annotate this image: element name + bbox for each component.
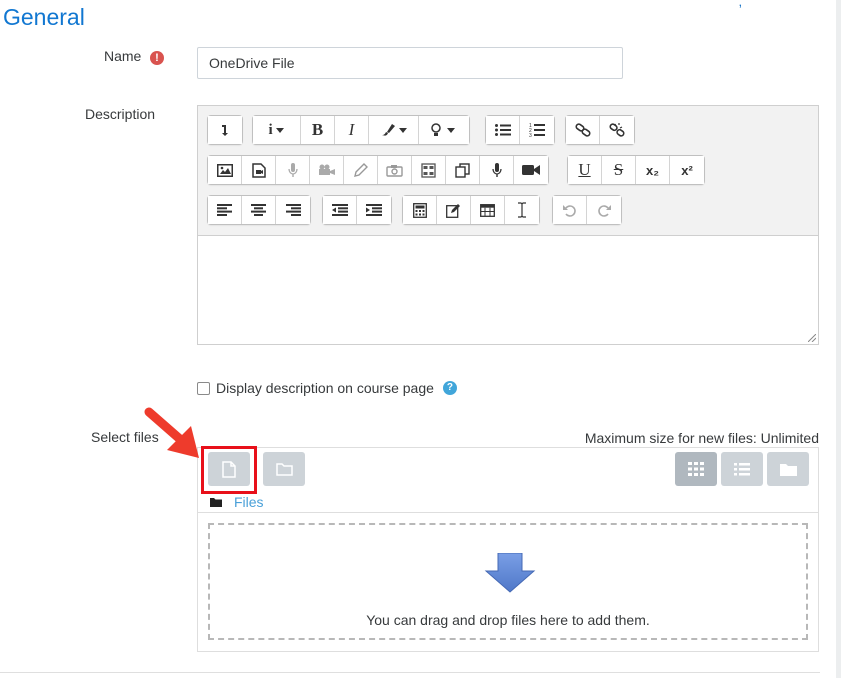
svg-text:3: 3 (529, 133, 532, 137)
table-icon[interactable] (471, 196, 505, 224)
drop-zone[interactable]: You can drag and drop files here to add … (208, 523, 808, 640)
video-camera-icon[interactable] (310, 156, 344, 184)
link-icon[interactable] (566, 116, 600, 144)
grid-icon (688, 462, 704, 476)
section-title-general[interactable]: General (3, 4, 85, 31)
description-textarea[interactable] (198, 235, 818, 344)
info-icon[interactable]: i (253, 116, 301, 144)
name-input[interactable] (197, 47, 623, 79)
view-list-button[interactable] (721, 452, 763, 486)
highlight-annotation (201, 446, 257, 494)
resize-grip-icon[interactable] (808, 334, 816, 342)
display-description-row: Display description on course page ? (197, 380, 457, 396)
scrollbar-track[interactable] (836, 0, 841, 678)
toolbar-group-collapse (207, 115, 243, 145)
underline-icon[interactable]: U (568, 156, 602, 184)
drop-instructions: You can drag and drop files here to add … (366, 612, 650, 628)
annotation-arrow-icon (144, 407, 199, 458)
toolbar-group-text: U S x₂ x² (567, 155, 705, 185)
toolbar-group-tools (402, 195, 540, 225)
list-icon (734, 462, 750, 475)
max-size-text: Maximum size for new files: Unlimited (584, 430, 819, 446)
display-description-label[interactable]: Display description on course page (216, 380, 434, 396)
toolbar-group-indent (322, 195, 392, 225)
toolbar-group-lists: 123 (485, 115, 555, 145)
collapse-icon[interactable] (208, 116, 242, 144)
text-cursor-icon[interactable] (505, 196, 539, 224)
calculator-icon[interactable] (403, 196, 437, 224)
table-layout-icon[interactable] (412, 156, 446, 184)
down-arrow-icon (484, 553, 536, 593)
brush-icon[interactable] (369, 116, 419, 144)
subscript-icon[interactable]: x₂ (636, 156, 670, 184)
folder-outline-icon (275, 462, 293, 476)
file-picker-divider (197, 512, 819, 513)
pencil-icon[interactable] (344, 156, 378, 184)
help-icon[interactable]: ? (442, 381, 457, 395)
toolbar-group-align (207, 195, 311, 225)
description-editor: i B I 123 U S x₂ x² (197, 105, 819, 345)
align-center-icon[interactable] (242, 196, 276, 224)
toolbar-group-links (565, 115, 635, 145)
align-right-icon[interactable] (276, 196, 310, 224)
display-description-checkbox[interactable] (197, 381, 210, 395)
redo-icon[interactable] (587, 196, 621, 224)
record-video-icon[interactable] (514, 156, 548, 184)
toolbar-group-history (552, 195, 622, 225)
record-audio-icon[interactable] (480, 156, 514, 184)
view-tree-button[interactable] (767, 452, 809, 486)
edit-icon[interactable] (437, 196, 471, 224)
view-icons-button[interactable] (675, 452, 717, 486)
toolbar-group-media (207, 155, 549, 185)
bold-icon[interactable]: B (301, 116, 335, 144)
path-breadcrumb: Files (210, 494, 264, 510)
indent-icon[interactable] (357, 196, 391, 224)
folder-icon (779, 463, 797, 476)
image-icon[interactable] (208, 156, 242, 184)
strikethrough-icon[interactable]: S (602, 156, 636, 184)
files-path-link[interactable]: Files (234, 494, 264, 510)
align-left-icon[interactable] (208, 196, 242, 224)
header-link-fragment: ', (736, 0, 743, 9)
toolbar-group-style: i B I (252, 115, 470, 145)
microphone-icon[interactable] (276, 156, 310, 184)
unlink-icon[interactable] (600, 116, 634, 144)
italic-icon[interactable]: I (335, 116, 369, 144)
lightbulb-icon[interactable] (419, 116, 469, 144)
section-divider (0, 672, 820, 673)
undo-icon[interactable] (553, 196, 587, 224)
description-label: Description (85, 106, 156, 122)
superscript-icon[interactable]: x² (670, 156, 704, 184)
name-label: Name (104, 48, 142, 64)
create-folder-button[interactable] (263, 452, 305, 486)
camera-icon[interactable] (378, 156, 412, 184)
required-exclamation-icon: ! (150, 51, 164, 65)
outdent-icon[interactable] (323, 196, 357, 224)
folder-small-icon (210, 497, 222, 507)
media-icon[interactable] (242, 156, 276, 184)
unordered-list-icon[interactable] (486, 116, 520, 144)
copy-icon[interactable] (446, 156, 480, 184)
ordered-list-icon[interactable]: 123 (520, 116, 554, 144)
